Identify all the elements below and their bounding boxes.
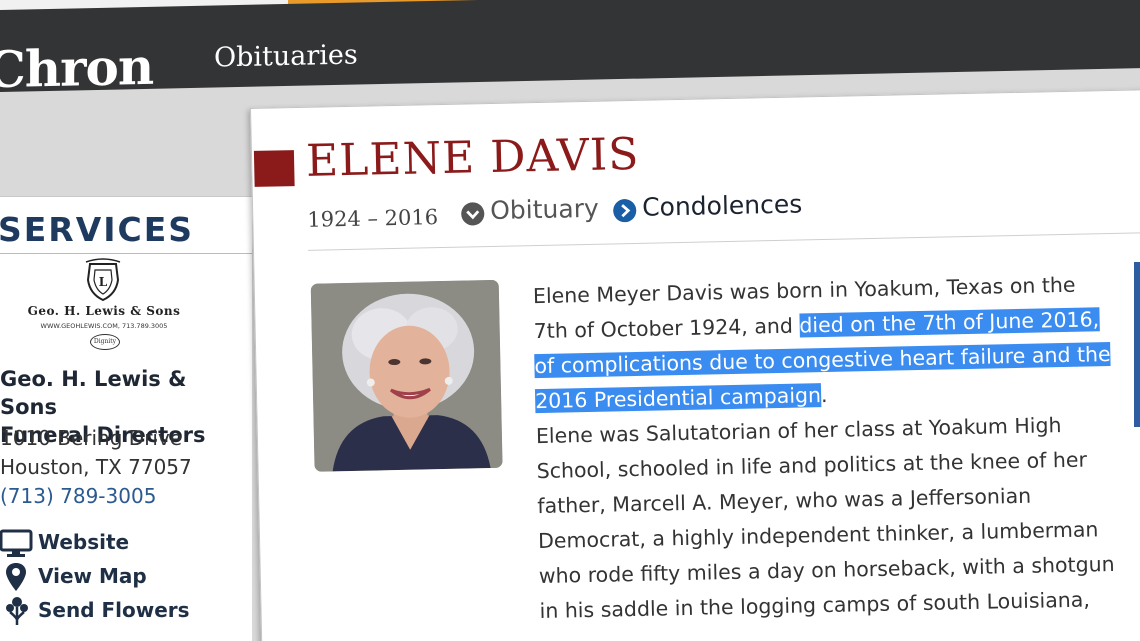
chron-logo[interactable]: Chron bbox=[0, 37, 153, 100]
portrait-photo bbox=[310, 279, 503, 472]
tab-obituary-label: Obituary bbox=[489, 193, 600, 225]
bio-paragraph-2: Elene was Salutatorian of her class at Y… bbox=[535, 413, 1115, 624]
monitor-icon bbox=[0, 529, 33, 557]
bio-paragraph-1: Elene Meyer Davis was born in Yoakum, Te… bbox=[533, 267, 1116, 419]
crest-icon: L bbox=[85, 258, 121, 302]
tab-obituary[interactable]: Obituary bbox=[461, 194, 599, 231]
deceased-name: ELENE DAVIS bbox=[305, 128, 640, 187]
page: Chron Obituaries SERVICES L Geo. H. Lewi… bbox=[0, 0, 1140, 641]
flowers-icon bbox=[6, 597, 28, 625]
bio-p1-end: . bbox=[820, 382, 828, 408]
funeral-home-name-line1: Geo. H. Lewis & Sons bbox=[0, 367, 187, 419]
funeral-home-address: 1010 Bering Drive Houston, TX 77057 (713… bbox=[0, 424, 192, 511]
obituary-card: ELENE DAVIS 1924 – 2016 Obituary Condole… bbox=[250, 88, 1140, 641]
view-map-link-label: View Map bbox=[38, 564, 147, 588]
portrait-illustration bbox=[310, 279, 503, 472]
section-title-obituaries[interactable]: Obituaries bbox=[214, 40, 358, 74]
obituary-text[interactable]: Elene Meyer Davis was born in Yoakum, Te… bbox=[533, 267, 1120, 629]
send-flowers-link-label: Send Flowers bbox=[38, 598, 190, 622]
right-edge-element bbox=[1134, 262, 1140, 427]
funeral-home-logo-name: Geo. H. Lewis & Sons bbox=[27, 304, 181, 318]
phone-link[interactable]: (713) 789-3005 bbox=[0, 482, 192, 511]
website-link-label: Website bbox=[38, 530, 130, 554]
header-divider bbox=[307, 232, 1140, 251]
address-line2: Houston, TX 77057 bbox=[0, 455, 192, 479]
sidebar-divider bbox=[0, 253, 252, 254]
services-heading: SERVICES bbox=[0, 210, 195, 249]
svg-text:L: L bbox=[99, 275, 108, 289]
chevron-down-circle-icon bbox=[461, 202, 485, 226]
life-dates: 1924 – 2016 bbox=[307, 205, 439, 232]
funeral-home-logo-contact: WWW.GEOHLEWIS.COM, 713.789.3005 bbox=[40, 322, 168, 330]
address-line1: 1010 Bering Drive bbox=[0, 426, 183, 450]
funeral-home-logo[interactable]: L Geo. H. Lewis & Sons WWW.GEOHLEWIS.COM… bbox=[18, 258, 190, 354]
dignity-badge: Dignity bbox=[90, 334, 120, 350]
tab-condolences[interactable]: Condolences bbox=[612, 189, 803, 227]
chevron-right-circle-icon bbox=[612, 198, 637, 223]
map-pin-icon bbox=[6, 563, 26, 591]
site-header: Chron Obituaries bbox=[0, 0, 1140, 99]
title-accent-block bbox=[253, 150, 295, 187]
tab-condolences-label: Condolences bbox=[641, 189, 803, 222]
